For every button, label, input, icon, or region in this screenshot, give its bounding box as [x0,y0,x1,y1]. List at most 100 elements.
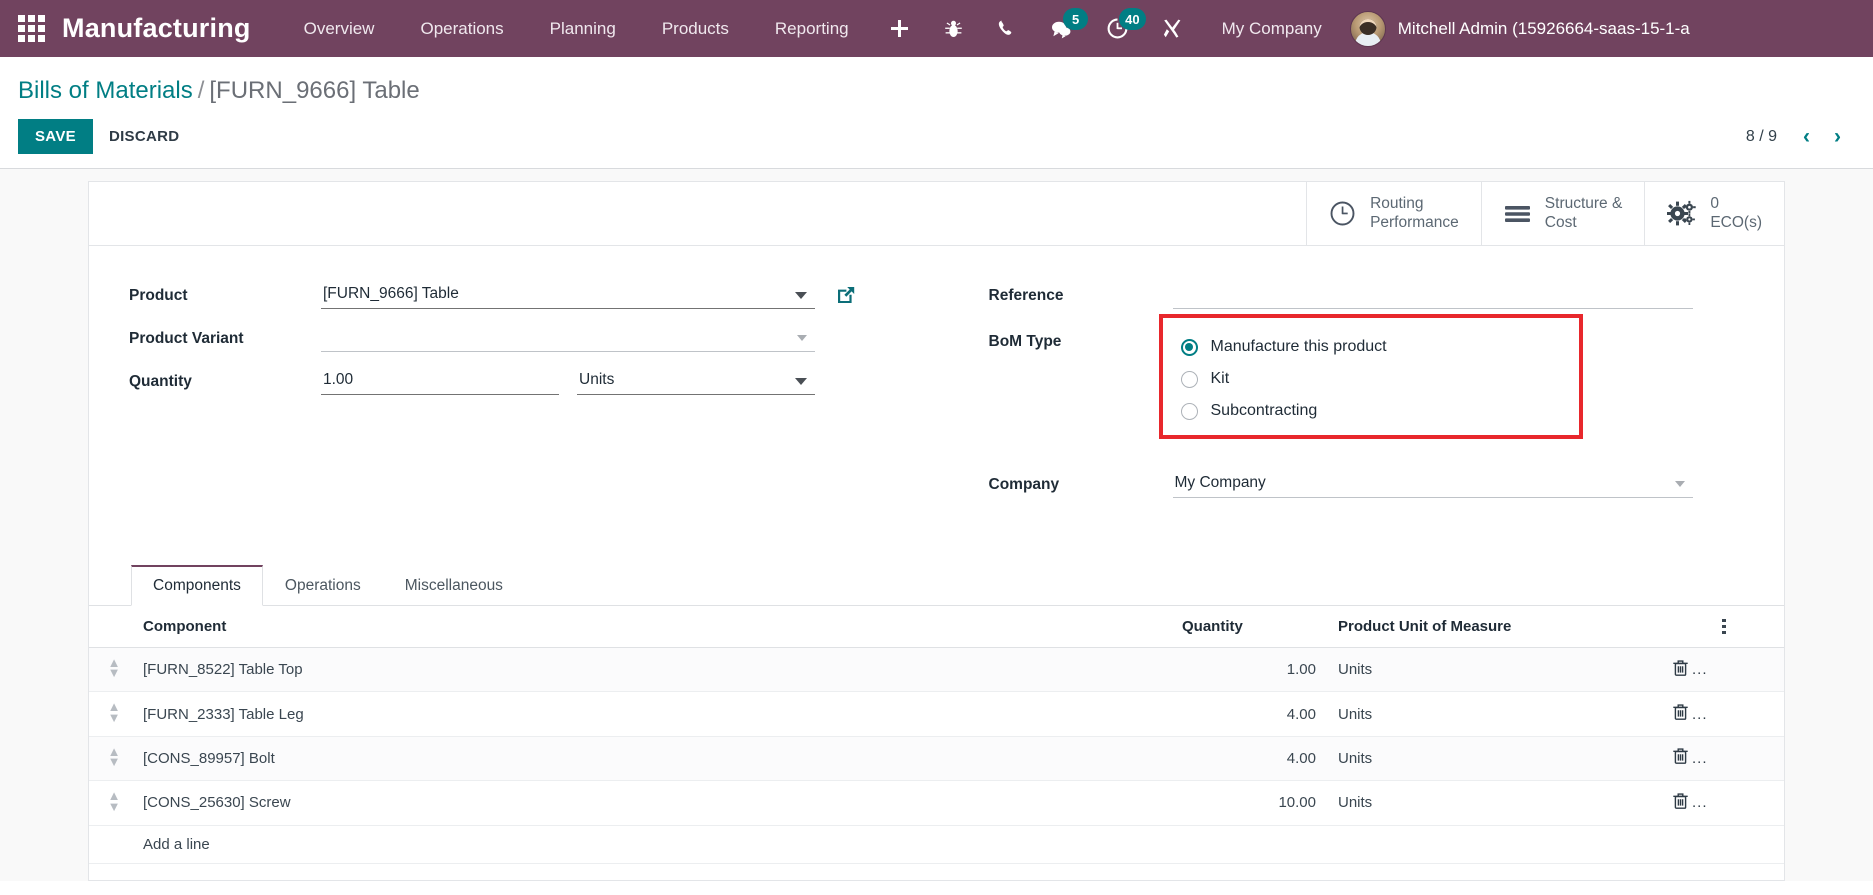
chevron-down-icon[interactable] [795,292,807,299]
uom-input[interactable]: Units [577,366,815,395]
phone-icon[interactable] [980,0,1033,57]
chevron-down-icon[interactable] [797,335,807,341]
pager-next-button[interactable]: › [1822,126,1853,147]
top-navbar: Manufacturing Overview Operations Planni… [0,0,1873,57]
clock-icon [1329,200,1356,227]
tab-operations[interactable]: Operations [263,565,383,606]
smart-button-structure-cost[interactable]: Structure & Cost [1480,182,1645,245]
menu-item-operations[interactable]: Operations [397,0,526,57]
save-button[interactable]: SAVE [18,119,93,154]
breadcrumb-root-link[interactable]: Bills of Materials [18,77,193,104]
structure-cost-line2: Cost [1544,213,1577,231]
row-uom[interactable]: Units [1324,691,1664,737]
smart-button-routing-performance[interactable]: Routing Performance [1306,182,1481,245]
chat-icon[interactable]: 5 [1033,0,1090,57]
row-delete-suffix: ... [1692,794,1708,812]
row-component[interactable]: [FURN_8522] Table Top [135,647,1174,693]
grid-apps-icon [17,15,45,42]
smart-button-eco[interactable]: 0 ECO(s) [1644,182,1784,245]
add-line-spacer [89,825,135,864]
row-quantity[interactable]: 1.00 [1174,647,1324,693]
table-row[interactable]: ▲ ▼ [CONS_25630] Screw 10.00 Units ... [89,780,1784,826]
tab-components[interactable]: Components [131,565,263,606]
row-delete-button[interactable]: ... [1664,736,1784,782]
reference-input[interactable] [1172,280,1693,309]
bom-type-option-kit[interactable]: Kit [1180,370,1561,388]
row-drag-handle[interactable]: ▲ ▼ [89,780,135,826]
drag-handle-icon[interactable]: ▲ ▼ [107,656,121,680]
trash-icon[interactable] [1672,792,1689,814]
row-delete-button[interactable]: ... [1664,691,1784,737]
eco-count: 0 [1710,194,1719,212]
component-column-header[interactable]: Component [135,606,1174,648]
menu-item-planning[interactable]: Planning [527,0,639,57]
uom-column-header[interactable]: Product Unit of Measure [1324,606,1664,648]
reference-label: Reference [988,287,1064,304]
bom-type-option-manufacture[interactable]: Manufacture this product [1180,338,1561,356]
drag-handle-icon[interactable]: ▲ ▼ [107,745,121,769]
pager-previous-button[interactable]: ‹ [1791,126,1822,147]
control-panel-actions: SAVE DISCARD 8 / 9 ‹ › [0,109,1873,168]
row-quantity[interactable]: 10.00 [1174,780,1324,826]
vertical-dots-icon[interactable] [1672,618,1776,635]
field-bom-type: BoM Type Manufacture this product Kit Su… [989,314,1757,439]
menu-item-products[interactable]: Products [639,0,752,57]
row-uom[interactable]: Units [1324,736,1664,782]
company-input[interactable]: My Company [1172,469,1693,498]
tab-miscellaneous[interactable]: Miscellaneous [383,565,525,606]
row-component[interactable]: [FURN_2333] Table Leg [135,691,1174,737]
trash-icon[interactable] [1672,659,1689,681]
add-line-row[interactable]: Add a line [89,825,1784,864]
row-delete-button[interactable]: ... [1664,780,1784,826]
product-input[interactable]: [FURN_9666] Table [321,280,815,309]
radio-selected-icon[interactable] [1180,338,1198,356]
row-quantity[interactable]: 4.00 [1174,736,1324,782]
bug-icon[interactable] [927,0,980,57]
row-quantity[interactable]: 4.00 [1174,691,1324,737]
form-column-right: Reference BoM Type Manufacture this prod… [937,280,1785,512]
row-component[interactable]: [CONS_89957] Bolt [135,736,1174,782]
smart-button-bar: Routing Performance Structure & Cost 0 E… [89,182,1784,246]
row-uom[interactable]: Units [1324,647,1664,693]
product-variant-input[interactable] [321,323,815,352]
table-header-row: Component Quantity Product Unit of Measu… [89,606,1784,648]
field-company: Company My Company [989,469,1757,505]
breadcrumb: Bills of Materials / [FURN_9666] Table [0,71,1873,109]
quantity-input[interactable]: 1.00 [321,366,559,395]
pager-count: 8 / 9 [1745,127,1777,145]
optional-columns-header[interactable] [1664,606,1784,648]
user-menu[interactable]: Mitchell Admin (15926664-saas-15-1-a [1344,10,1690,47]
apps-menu-button[interactable] [0,0,62,57]
add-a-line-link[interactable]: Add a line [135,825,1784,864]
quantity-column-header[interactable]: Quantity [1174,606,1324,648]
table-row[interactable]: ▲ ▼ [CONS_89957] Bolt 4.00 Units ... [89,736,1784,782]
tools-icon[interactable] [1145,0,1200,57]
chevron-down-icon[interactable] [1674,481,1685,487]
app-brand-title[interactable]: Manufacturing [62,13,281,44]
radio-unselected-icon[interactable] [1180,402,1198,420]
row-drag-handle[interactable]: ▲ ▼ [89,691,135,737]
radio-unselected-icon[interactable] [1180,370,1198,388]
trash-icon[interactable] [1672,703,1689,725]
company-switcher[interactable]: My Company [1200,19,1344,39]
uom-field-wrap: Units [577,366,815,395]
table-row[interactable]: ▲ ▼ [FURN_8522] Table Top 1.00 Units ... [89,647,1784,693]
menu-item-overview[interactable]: Overview [281,0,398,57]
row-component[interactable]: [CONS_25630] Screw [135,780,1174,826]
external-link-icon[interactable] [835,284,857,311]
row-drag-handle[interactable]: ▲ ▼ [89,647,135,693]
row-delete-button[interactable]: ... [1664,647,1784,693]
bom-type-option-subcontracting[interactable]: Subcontracting [1180,402,1561,420]
discard-button[interactable]: DISCARD [93,119,195,154]
menu-item-reporting[interactable]: Reporting [752,0,872,57]
row-uom[interactable]: Units [1324,780,1664,826]
table-row[interactable]: ▲ ▼ [FURN_2333] Table Leg 4.00 Units ... [89,691,1784,737]
row-drag-handle[interactable]: ▲ ▼ [89,736,135,782]
activity-clock-icon[interactable]: 40 [1090,0,1146,57]
drag-handle-icon[interactable]: ▲ ▼ [107,789,121,813]
trash-icon[interactable] [1672,747,1689,769]
drag-handle-icon[interactable]: ▲ ▼ [107,700,121,724]
plus-icon[interactable] [872,0,927,57]
product-label: Product [129,287,188,304]
chevron-down-icon[interactable] [795,378,807,385]
